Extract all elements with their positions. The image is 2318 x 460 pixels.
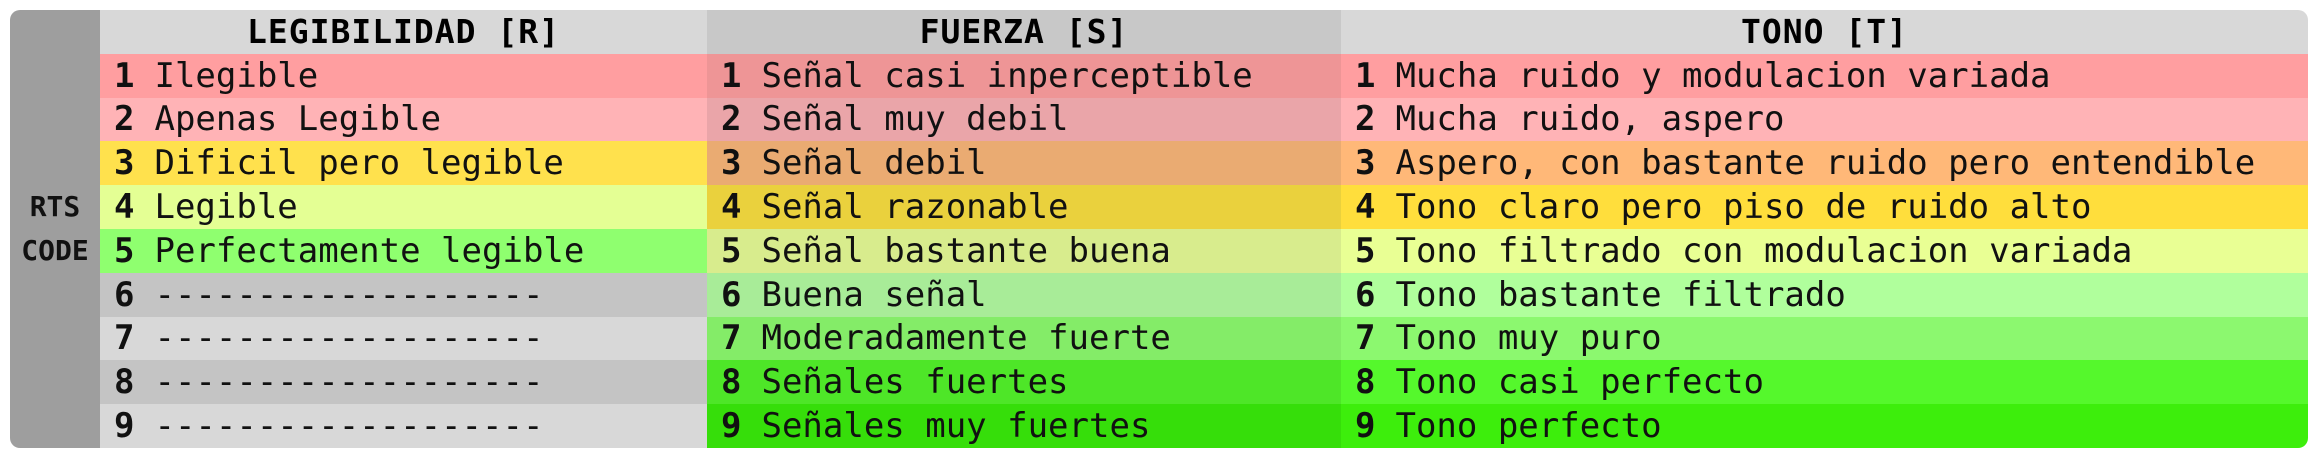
tono-row-3: 3 Aspero, con bastante ruido pero entendi… xyxy=(1341,141,2308,186)
row-number: 5 xyxy=(1355,230,1376,271)
row-number: 8 xyxy=(1355,362,1376,403)
rts-code-label-line-2: CODE xyxy=(21,233,89,267)
column-header-legibilidad: LEGIBILIDAD [R] xyxy=(100,10,707,54)
tono-row-4: 4 Tono claro pero piso de ruido alto xyxy=(1341,185,2308,229)
legibilidad-row-6: 6 ------------------- xyxy=(100,272,707,317)
tono-row-5: 5 Tono filtrado con modulacion variada xyxy=(1341,228,2308,273)
row-text: ------------------- xyxy=(154,362,544,403)
row-text: Tono filtrado con modulacion variada xyxy=(1395,230,2133,271)
rts-code-label-line-1: RTS xyxy=(29,189,81,223)
row-number: 7 xyxy=(1355,318,1376,359)
fuerza-row-1: 1 Señal casi inperceptible xyxy=(707,53,1341,98)
row-text: Mucha ruido, aspero xyxy=(1395,99,1785,140)
legibilidad-row-5: 5 Perfectamente legible xyxy=(100,228,707,273)
row-number: 2 xyxy=(721,99,742,140)
row-text: Tono muy puro xyxy=(1395,318,1662,359)
fuerza-row-9: 9 Señales muy fuertes xyxy=(707,404,1341,448)
row-text: ------------------- xyxy=(154,318,544,359)
row-number: 5 xyxy=(114,230,135,271)
tono-row-8: 8 Tono casi perfecto xyxy=(1341,360,2308,405)
fuerza-row-7: 7 Moderadamente fuerte xyxy=(707,316,1341,361)
fuerza-row-8: 8 Señales fuertes xyxy=(707,360,1341,405)
row-text: Tono bastante filtrado xyxy=(1395,274,1846,315)
tono-row-6: 6 Tono bastante filtrado xyxy=(1341,272,2308,317)
row-number: 4 xyxy=(1355,187,1376,228)
column-header-fuerza: FUERZA [S] xyxy=(707,10,1341,54)
row-text: Legible xyxy=(154,187,298,228)
row-text: Señal debil xyxy=(761,143,987,184)
legibilidad-row-3: 3 Dificil pero legible xyxy=(100,141,707,186)
row-text: Señal bastante buena xyxy=(761,230,1171,271)
row-number: 6 xyxy=(721,274,742,315)
fuerza-row-6: 6 Buena señal xyxy=(707,272,1341,317)
row-number: 6 xyxy=(114,274,135,315)
fuerza-row-3: 3 Señal debil xyxy=(707,141,1341,186)
row-text: Señales muy fuertes xyxy=(761,406,1151,447)
row-text: Señales fuertes xyxy=(761,362,1069,403)
row-number: 4 xyxy=(721,187,742,228)
row-number: 9 xyxy=(1355,406,1376,447)
row-number: 1 xyxy=(1355,55,1376,96)
row-number: 1 xyxy=(114,55,135,96)
rts-code-table: RTS CODE LEGIBILIDAD [R] 1 Ilegible 2 Apenas… xyxy=(10,10,2308,448)
row-number: 8 xyxy=(721,362,742,403)
row-number: 7 xyxy=(721,318,742,359)
row-number: 9 xyxy=(721,406,742,447)
row-number: 3 xyxy=(1355,143,1376,184)
row-number: 8 xyxy=(114,362,135,403)
legibilidad-row-1: 1 Ilegible xyxy=(100,53,707,98)
row-text: Aspero, con bastante ruido pero entendib… xyxy=(1395,143,2256,184)
legibilidad-row-8: 8 ------------------- xyxy=(100,360,707,405)
row-text: Tono casi perfecto xyxy=(1395,362,1764,403)
fuerza-row-2: 2 Señal muy debil xyxy=(707,97,1341,142)
legibilidad-row-7: 7 ------------------- xyxy=(100,316,707,361)
row-text: Buena señal xyxy=(761,274,987,315)
row-text: Tono claro pero piso de ruido alto xyxy=(1395,187,2092,228)
tono-row-9: 9 Tono perfecto xyxy=(1341,404,2308,448)
row-text: Señal razonable xyxy=(761,187,1069,228)
fuerza-row-5: 5 Señal bastante buena xyxy=(707,228,1341,273)
row-number: 6 xyxy=(1355,274,1376,315)
row-text: Señal casi inperceptible xyxy=(761,55,1253,96)
row-text: Señal muy debil xyxy=(761,99,1069,140)
row-text: ------------------- xyxy=(154,406,544,447)
row-number: 9 xyxy=(114,406,135,447)
row-number: 5 xyxy=(721,230,742,271)
row-text: Tono perfecto xyxy=(1395,406,1662,447)
row-number: 3 xyxy=(721,143,742,184)
legibilidad-row-2: 2 Apenas Legible xyxy=(100,97,707,142)
row-text: Dificil pero legible xyxy=(154,143,564,184)
row-text: Ilegible xyxy=(154,55,319,96)
legibilidad-row-4: 4 Legible xyxy=(100,185,707,229)
tono-row-7: 7 Tono muy puro xyxy=(1341,316,2308,361)
tono-row-1: 1 Mucha ruido y modulacion variada xyxy=(1341,53,2308,98)
column-header-tono: TONO [T] xyxy=(1341,10,2308,54)
row-text: Moderadamente fuerte xyxy=(761,318,1171,359)
row-number: 4 xyxy=(114,187,135,228)
row-number: 2 xyxy=(1355,99,1376,140)
row-text: Mucha ruido y modulacion variada xyxy=(1395,55,2051,96)
row-text: Apenas Legible xyxy=(154,99,442,140)
row-number: 7 xyxy=(114,318,135,359)
fuerza-row-4: 4 Señal razonable xyxy=(707,185,1341,229)
row-number: 2 xyxy=(114,99,135,140)
tono-row-2: 2 Mucha ruido, aspero xyxy=(1341,97,2308,142)
rts-code-label: RTS CODE xyxy=(10,10,100,448)
row-number: 1 xyxy=(721,55,742,96)
row-number: 3 xyxy=(114,143,135,184)
legibilidad-row-9: 9 ------------------- xyxy=(100,404,707,448)
row-text: ------------------- xyxy=(154,274,544,315)
row-text: Perfectamente legible xyxy=(154,230,585,271)
